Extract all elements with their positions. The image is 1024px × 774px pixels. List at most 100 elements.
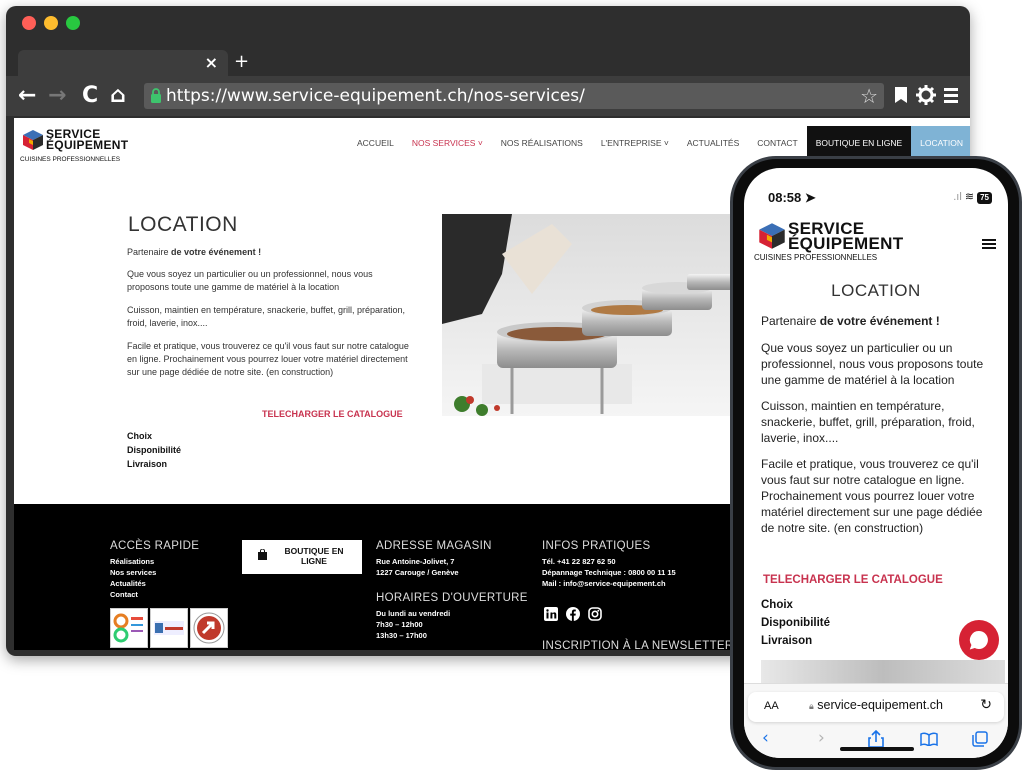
reload-icon[interactable]: C [82, 82, 98, 110]
shopping-bag-icon [258, 549, 267, 560]
mobile-intro-text: Partenaire de votre événement ! [761, 313, 997, 329]
address-line-2: 1227 Carouge / Genève [376, 568, 459, 577]
mobile-paragraph-3: Facile et pratique, vous trouverez ce qu… [761, 457, 983, 535]
intro-prefix: Partenaire [761, 314, 820, 328]
nav-nos-realisations[interactable]: NOS RÉALISATIONS [492, 126, 592, 162]
logo-tagline: CUISINES PROFESSIONNELLES [20, 156, 121, 163]
mobile-paragraph-1: Que vous soyez un particulier ou un prof… [761, 341, 984, 387]
logo-tagline: CUISINES PROFESSIONNELLES [754, 253, 878, 262]
browser-toolbar: ← → C ⌂ https://www.service-equipement.c… [6, 76, 970, 116]
safari-address-bar[interactable]: AA 🔒︎ service-equipement.ch ↻ [748, 692, 1004, 722]
mobile-paragraph-2: Cuisson, maintien en température, snacke… [761, 399, 975, 445]
browser-tab[interactable]: × [18, 50, 228, 76]
address-bar[interactable]: https://www.service-equipement.ch/nos-se… [144, 83, 884, 109]
info-mail[interactable]: Mail : info@service-equipement.ch [542, 578, 666, 589]
gear-icon[interactable] [916, 85, 936, 105]
mobile-download-catalogue-link[interactable]: TELECHARGER LE CATALOGUE [763, 574, 943, 586]
safari-bottom-bar: AA 🔒︎ service-equipement.ch ↻ ‹ › [744, 683, 1008, 758]
tabs-icon[interactable] [972, 731, 988, 747]
lock-icon: 🔒︎ [808, 701, 814, 711]
back-icon[interactable]: ‹ [762, 728, 769, 748]
forward-icon[interactable]: › [818, 728, 825, 748]
badge-logo-3 [190, 608, 228, 648]
info-support[interactable]: Dépannage Technique : 0800 00 11 15 [542, 567, 676, 578]
mobile-feature-livraison: Livraison [761, 635, 813, 647]
battery-icon: 75 [977, 192, 992, 204]
close-window-button[interactable] [22, 16, 36, 30]
download-catalogue-link[interactable]: TELECHARGER LE CATALOGUE [262, 409, 403, 419]
bookmarks-icon[interactable] [920, 732, 938, 746]
feature-disponibilite: Disponibilité [127, 445, 181, 455]
url-text[interactable]: https://www.service-equipement.ch/nos-se… [166, 84, 585, 108]
footer-link-realisations[interactable]: Réalisations [110, 556, 154, 567]
screenshot-stage: × + ← → C ⌂ https://www.service-equipeme… [0, 0, 1024, 774]
reload-icon[interactable]: ↻ [980, 697, 992, 713]
feature-choix: Choix [127, 431, 153, 441]
mobile-url-value: service-equipement.ch [817, 698, 944, 712]
maximize-window-button[interactable] [66, 16, 80, 30]
chat-button[interactable] [959, 620, 999, 660]
logo-text-line2: ÉQUIPEMENT [788, 234, 904, 253]
phone-frame: 08:58 ➤ .ıl ≋ 75 SERVICE ÉQUIPEMENT CUISI… [730, 156, 1022, 770]
shop-online-button[interactable]: BOUTIQUE EN LIGNE [242, 540, 362, 574]
linkedin-icon[interactable] [544, 607, 558, 621]
wifi-icon: ≋ [964, 191, 975, 203]
address-line-1: Rue Antoine-Jolivet, 7 [376, 557, 455, 566]
nav-nos-services[interactable]: NOS SERVICES ˅ [403, 126, 492, 162]
back-arrow-icon[interactable]: ← [18, 82, 36, 110]
mobile-feature-disponibilite: Disponibilité [761, 617, 830, 629]
hamburger-icon[interactable] [944, 87, 958, 103]
mobile-site-logo[interactable]: SERVICE ÉQUIPEMENT CUISINES PROFESSIONNE… [754, 220, 904, 266]
footer-hours-title: HORAIRES D'OUVERTURE [376, 592, 528, 604]
nav-actualites[interactable]: ACTUALITÉS [678, 126, 748, 162]
facebook-icon[interactable] [566, 607, 580, 621]
intro-text: Partenaire de votre événement ! [127, 246, 417, 259]
footer-address-title: ADRESSE MAGASIN [376, 540, 492, 552]
instagram-icon[interactable] [588, 607, 602, 621]
time-text: 08:58 [768, 190, 802, 205]
nav-entreprise[interactable]: L'ENTREPRISE ˅ [592, 126, 678, 162]
intro-bold: de votre événement ! [171, 247, 262, 257]
paragraph-2: Cuisson, maintien en température, snacke… [127, 305, 405, 328]
footer-link-services[interactable]: Nos services [110, 567, 156, 578]
location-arrow-icon: ➤ [804, 190, 816, 205]
footer-link-contact[interactable]: Contact [110, 589, 138, 600]
mobile-url-text[interactable]: 🔒︎ service-equipement.ch [748, 698, 1004, 712]
page-title: LOCATION [128, 213, 238, 236]
star-outline-icon[interactable]: ☆ [860, 85, 878, 107]
status-indicators: .ıl ≋ 75 [953, 190, 992, 204]
site-logo[interactable]: SERVICE ÉQUIPEMENT CUISINES PROFESSIONNE… [20, 128, 130, 168]
badge-logo-1 [110, 608, 148, 648]
intro-prefix: Partenaire [127, 247, 172, 257]
feature-livraison: Livraison [127, 459, 168, 469]
close-tab-icon[interactable]: × [205, 53, 218, 73]
logo-cube-icon [759, 223, 785, 249]
signal-icon: .ıl [953, 191, 962, 203]
forward-arrow-icon[interactable]: → [48, 82, 66, 110]
new-tab-button[interactable]: + [234, 52, 249, 72]
phone-screen: 08:58 ➤ .ıl ≋ 75 SERVICE ÉQUIPEMENT CUISI… [744, 168, 1008, 758]
info-phone[interactable]: Tél. +41 22 827 62 50 [542, 556, 616, 567]
nav-accueil[interactable]: ACCUEIL [348, 126, 403, 162]
hours-line-3: 13h30 – 17h00 [376, 631, 427, 640]
footer-link-actualites[interactable]: Actualités [110, 578, 146, 589]
bookmark-icon[interactable] [894, 86, 908, 104]
mobile-menu-icon[interactable] [982, 239, 996, 249]
footer-quick-title: ACCÈS RAPIDE [110, 540, 200, 552]
home-indicator[interactable] [840, 747, 914, 751]
minimize-window-button[interactable] [44, 16, 58, 30]
share-icon[interactable] [868, 730, 884, 748]
logo-text-line2: ÉQUIPEMENT [46, 138, 129, 152]
badge-logo-2 [150, 608, 188, 648]
chat-bubble-icon [969, 630, 988, 650]
hours-line-2: 7h30 – 12h00 [376, 620, 423, 629]
status-time: 08:58 ➤ [768, 190, 816, 206]
footer-newsletter-title: INSCRIPTION À LA NEWSLETTER [542, 640, 734, 650]
paragraph-1: Que vous soyez un particulier ou un prof… [127, 269, 373, 292]
hours-line-1: Du lundi au vendredi [376, 609, 451, 618]
intro-bold: de votre événement ! [819, 314, 940, 328]
catering-buffet-photo [442, 214, 742, 416]
home-icon[interactable]: ⌂ [110, 82, 126, 110]
mobile-feature-choix: Choix [761, 599, 793, 611]
footer-info-title: INFOS PRATIQUES [542, 540, 651, 552]
